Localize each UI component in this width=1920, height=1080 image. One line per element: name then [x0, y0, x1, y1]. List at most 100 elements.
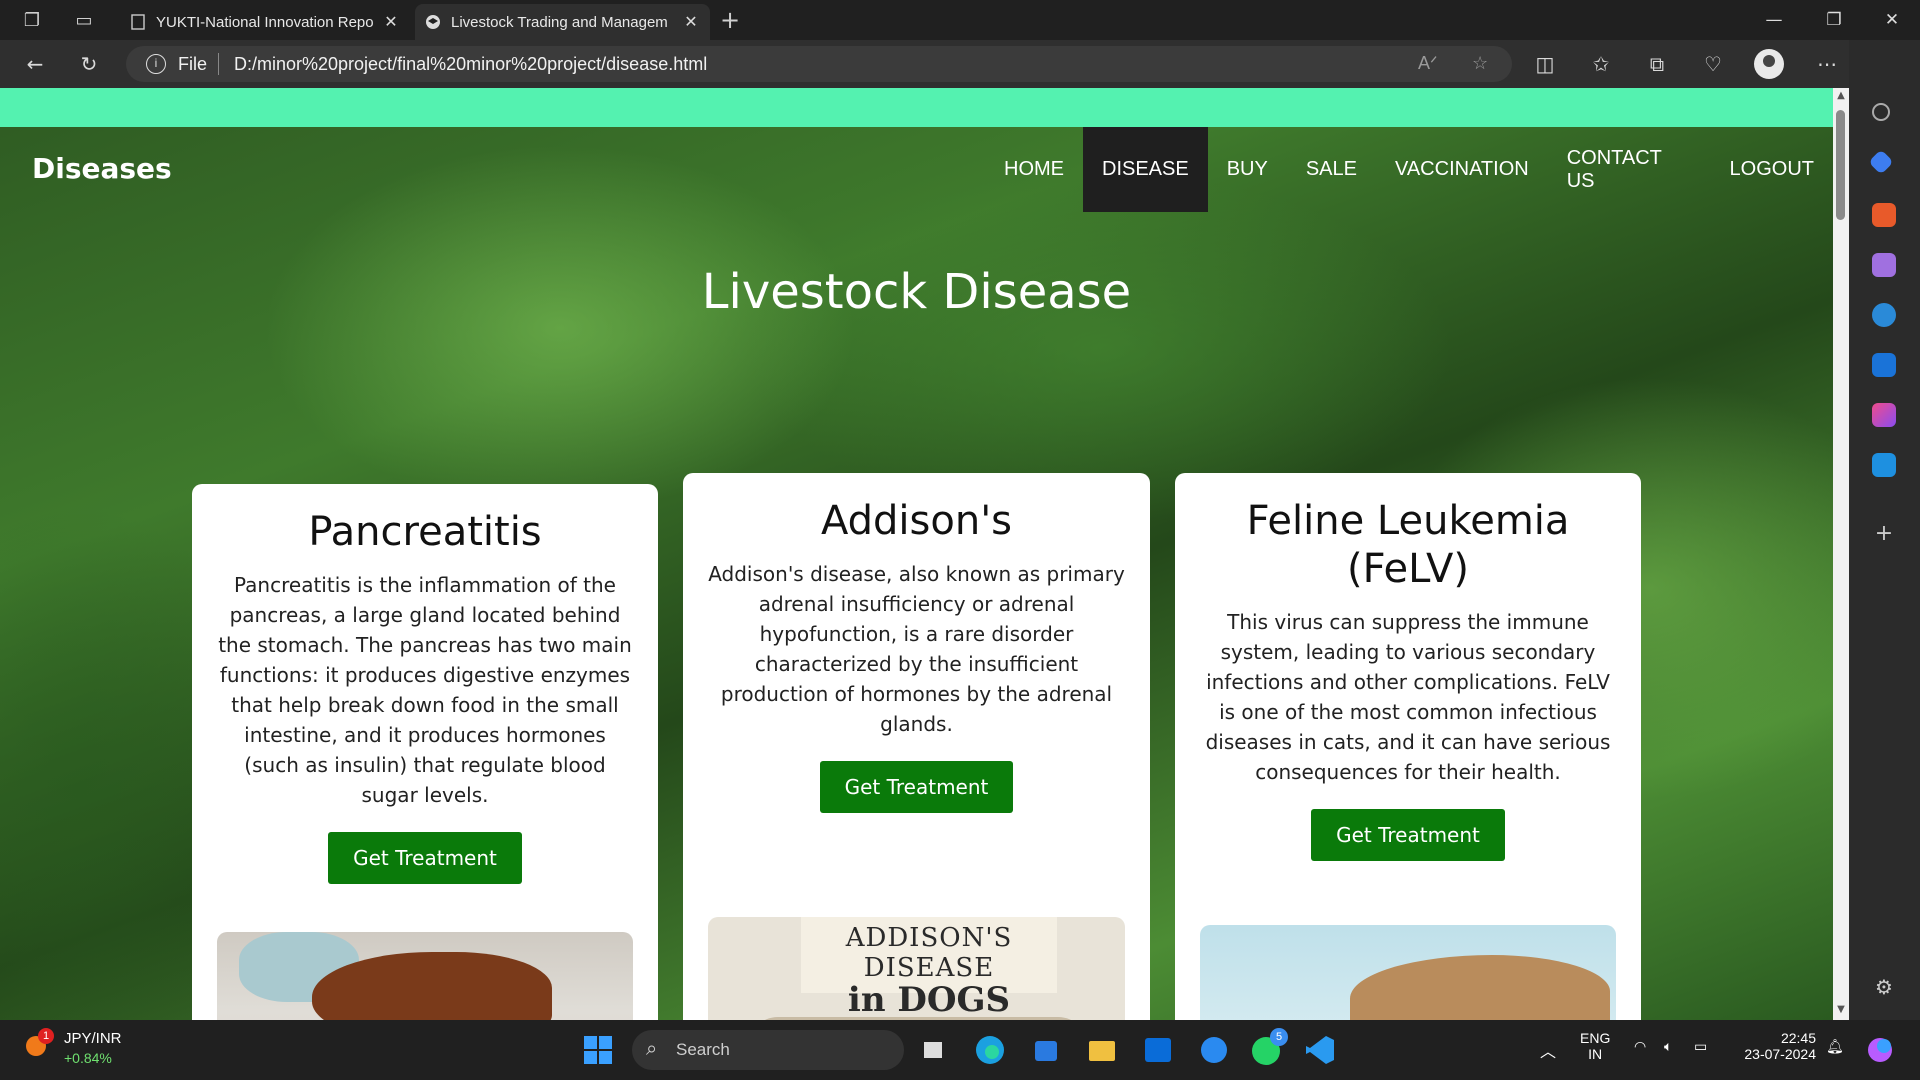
card-description: This virus can suppress the immune syste…	[1205, 610, 1611, 784]
nav-disease[interactable]: DISEASE	[1083, 127, 1208, 212]
card-title: Addison's	[820, 498, 1013, 544]
volume-icon[interactable]: 🔈︎	[1664, 1038, 1672, 1055]
tab-actions-icon[interactable]: ▭	[66, 4, 102, 36]
address-separator	[218, 53, 219, 75]
language-indicator[interactable]: ENG IN	[1580, 1030, 1610, 1062]
microsoft-store-icon[interactable]	[1028, 1032, 1064, 1068]
collections-icon[interactable]: ⧉	[1640, 48, 1674, 80]
dog-image	[217, 932, 633, 1020]
ticker-change: +0.84%	[64, 1050, 112, 1066]
search-icon: ⌕	[646, 1038, 658, 1060]
info-icon[interactable]: i	[146, 54, 166, 74]
language-line-1: ENG	[1580, 1030, 1611, 1046]
tab-title: Livestock Trading and Managem	[451, 13, 668, 31]
myhp-icon[interactable]	[1140, 1032, 1176, 1068]
copilot-taskbar-icon[interactable]	[1862, 1032, 1898, 1068]
windows-taskbar: 1 JPY/INR +0.84% ⌕ Search 5 ︿ ENG IN ◠ 🔈…	[0, 1020, 1920, 1080]
minimize-icon[interactable]: —	[1744, 0, 1804, 40]
card-title: Feline Leukemia (FeLV)	[1246, 498, 1570, 592]
close-window-icon[interactable]: ✕	[1862, 0, 1920, 40]
browser-tab-livestock[interactable]: Livestock Trading and Managem ✕	[415, 4, 710, 40]
back-arrow-icon[interactable]: ←	[18, 48, 52, 80]
nav-home[interactable]: HOME	[985, 127, 1083, 212]
clock-time: 22:45	[1780, 1030, 1816, 1046]
edge-browser-icon[interactable]	[972, 1032, 1008, 1068]
read-aloud-icon[interactable]: Aᐟ	[1418, 53, 1438, 74]
nav-contact-us[interactable]: CONTACT US	[1548, 127, 1711, 212]
main-nav: HOME DISEASE BUY SALE VACCINATION CONTAC…	[985, 127, 1833, 212]
graduation-cap-icon	[425, 14, 441, 30]
shopping-tag-icon[interactable]	[1868, 149, 1894, 175]
wifi-icon[interactable]: ◠	[1634, 1038, 1646, 1055]
card-description: Pancreatitis is the inflammation of the …	[218, 573, 632, 807]
search-placeholder: Search	[676, 1040, 730, 1059]
browser-tab-strip: ❐ ▭ YUKTI-National Innovation Repo ✕ Liv…	[0, 0, 1920, 40]
disease-card-addisons: Addison's Addison's disease, also known …	[683, 473, 1150, 1020]
browser-tab-yukti[interactable]: YUKTI-National Innovation Repo ✕	[120, 4, 410, 40]
games-icon[interactable]	[1872, 253, 1896, 277]
show-hidden-icons-chevron-icon[interactable]: ︿	[1540, 1038, 1556, 1062]
reload-icon[interactable]: ↻	[72, 48, 106, 80]
more-options-icon[interactable]: ⋯	[1810, 48, 1844, 80]
address-scheme: File	[178, 54, 208, 74]
notifications-bell-icon[interactable]: 🔔︎	[1826, 1038, 1844, 1055]
add-icon[interactable]: +	[1872, 523, 1896, 547]
get-treatment-button[interactable]: Get Treatment	[819, 761, 1014, 813]
file-explorer-icon[interactable]	[1084, 1032, 1120, 1068]
search-icon[interactable]	[1872, 103, 1890, 121]
nav-sale[interactable]: SALE	[1287, 127, 1376, 212]
help-icon[interactable]	[1196, 1032, 1232, 1068]
task-view-icon[interactable]	[916, 1032, 952, 1068]
scrollbar-thumb[interactable]	[1836, 110, 1845, 220]
disease-card-felv: Feline Leukemia (FeLV) This virus can su…	[1175, 473, 1641, 1020]
get-treatment-button[interactable]: Get Treatment	[1311, 809, 1505, 861]
whatsapp-icon[interactable]: 5	[1248, 1028, 1288, 1068]
tools-briefcase-icon[interactable]	[1872, 203, 1896, 227]
profile-avatar[interactable]	[1754, 49, 1784, 79]
taskbar-search[interactable]: ⌕ Search	[632, 1030, 904, 1070]
site-brand[interactable]: Diseases	[32, 152, 172, 185]
edge-sidebar: + ⚙	[1849, 40, 1920, 1020]
vscode-icon[interactable]	[1302, 1032, 1338, 1068]
page-scrollbar[interactable]: ▲ ▼	[1833, 88, 1849, 1020]
outlook-icon[interactable]	[1872, 353, 1896, 377]
copilot-sidebar-icon[interactable]	[1872, 303, 1896, 327]
top-accent-bar	[0, 88, 1833, 127]
browser-toolbar: ← ↻ i File D:/minor%20project/final%20mi…	[0, 40, 1920, 88]
address-url[interactable]: D:/minor%20project/final%20minor%20proje…	[234, 54, 707, 75]
image-caption-line-1: ADDISON'S DISEASE	[845, 923, 1013, 983]
workspaces-icon[interactable]: ❐	[14, 4, 50, 36]
settings-gear-icon[interactable]: ⚙	[1872, 976, 1896, 1000]
whatsapp-badge: 5	[1270, 1028, 1288, 1046]
send-icon[interactable]	[1872, 453, 1896, 477]
currency-widget[interactable]: 1 JPY/INR +0.84%	[22, 1028, 122, 1066]
restore-icon[interactable]: ❐	[1804, 0, 1864, 40]
new-tab-icon[interactable]: +	[712, 4, 748, 36]
favorite-star-icon[interactable]: ☆	[1472, 53, 1488, 74]
language-line-2: IN	[1588, 1046, 1603, 1062]
address-bar[interactable]: i File D:/minor%20project/final%20minor%…	[126, 46, 1512, 82]
split-screen-icon[interactable]: ◫	[1528, 48, 1562, 80]
cat-image	[1200, 925, 1616, 1020]
image-caption-line-2: in DOGS	[847, 980, 1011, 1020]
designer-icon[interactable]	[1872, 403, 1896, 427]
clock[interactable]: 22:45 23-07-2024	[1728, 1030, 1816, 1062]
document-icon	[130, 14, 146, 30]
nav-buy[interactable]: BUY	[1208, 127, 1287, 212]
browser-essentials-icon[interactable]: ♡	[1696, 48, 1730, 80]
hero-title: Livestock Disease	[701, 264, 1132, 320]
windows-start-icon[interactable]	[580, 1032, 616, 1068]
page-viewport: Diseases HOME DISEASE BUY SALE VACCINATI…	[0, 88, 1833, 1020]
close-tab-icon[interactable]: ✕	[382, 12, 400, 32]
tab-title: YUKTI-National Innovation Repo	[156, 13, 374, 31]
get-treatment-button[interactable]: Get Treatment	[328, 832, 522, 884]
nav-logout[interactable]: LOGOUT	[1711, 127, 1833, 212]
card-title: Pancreatitis	[308, 509, 542, 555]
nav-vaccination[interactable]: VACCINATION	[1376, 127, 1548, 212]
card-description: Addison's disease, also known as primary…	[708, 562, 1125, 736]
scroll-up-arrow-icon[interactable]: ▲	[1835, 90, 1847, 101]
close-tab-icon[interactable]: ✕	[682, 12, 700, 32]
scroll-down-arrow-icon[interactable]: ▼	[1835, 1004, 1847, 1015]
favorites-icon[interactable]: ✩	[1584, 48, 1618, 80]
battery-icon[interactable]: ▭	[1694, 1038, 1707, 1055]
